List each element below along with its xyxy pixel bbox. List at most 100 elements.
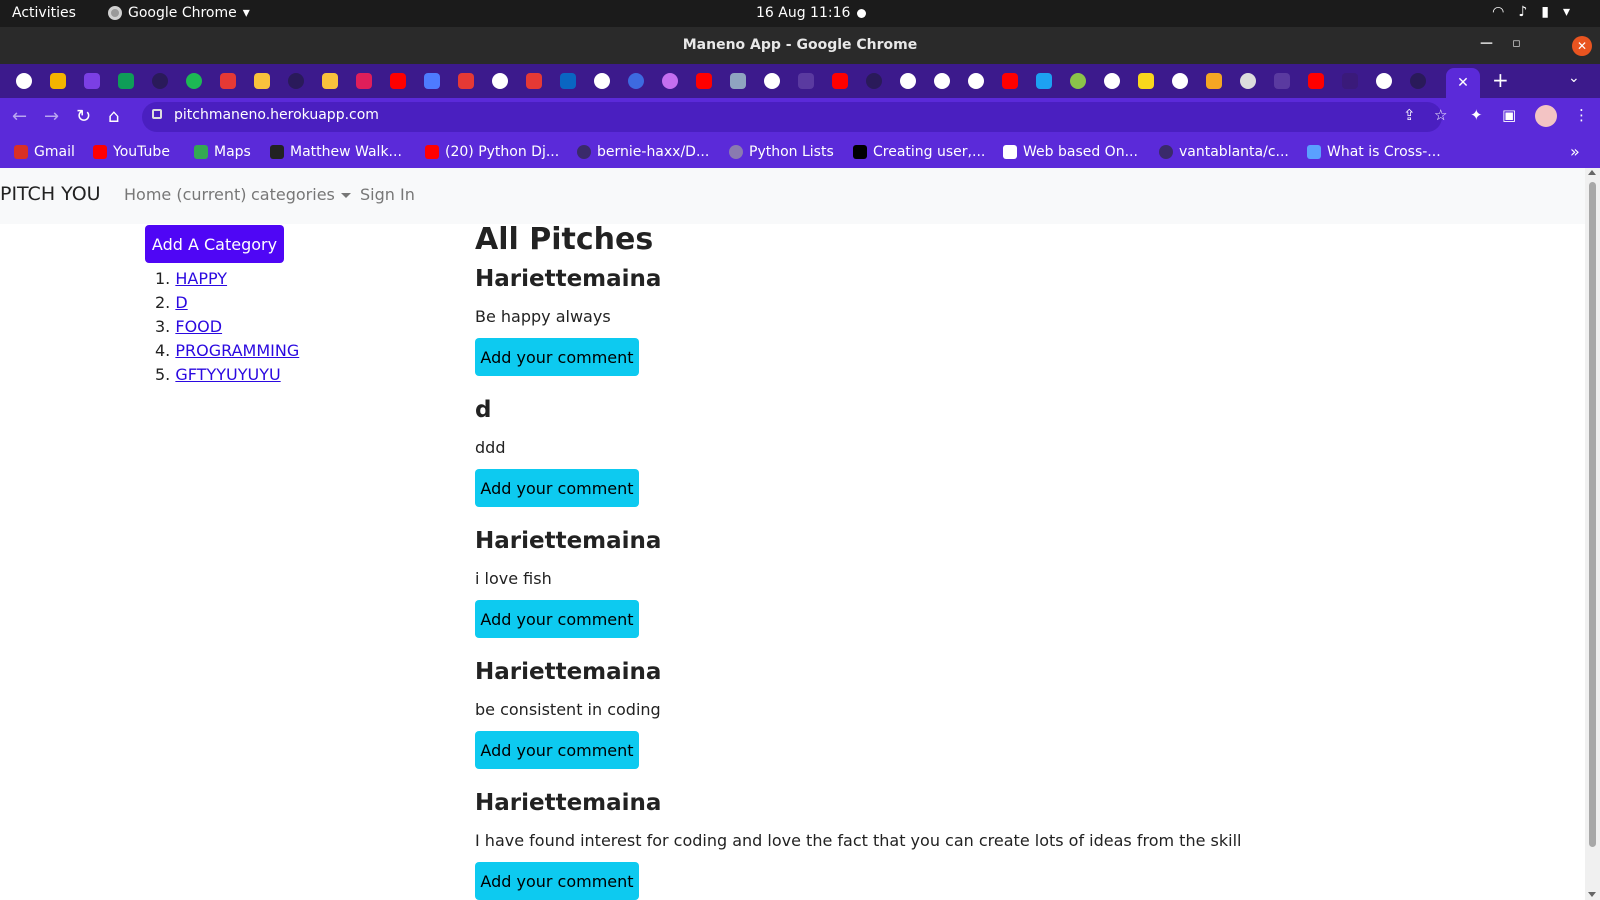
github-tab-icon[interactable] bbox=[1410, 73, 1426, 89]
minimize-button[interactable]: — bbox=[1480, 36, 1493, 51]
spotify-tab-icon[interactable] bbox=[186, 73, 202, 89]
close-window-button[interactable]: ✕ bbox=[1572, 36, 1592, 56]
scrollbar-thumb[interactable] bbox=[1589, 182, 1596, 847]
image-tab-icon[interactable] bbox=[730, 73, 746, 89]
maximize-button[interactable]: ▫ bbox=[1512, 36, 1521, 51]
add-comment-button[interactable]: Add your comment bbox=[475, 862, 639, 900]
github-tab-icon[interactable] bbox=[152, 73, 168, 89]
linkedin-tab-icon[interactable] bbox=[560, 73, 576, 89]
globe-tab-icon[interactable] bbox=[1376, 73, 1392, 89]
google-tab-icon[interactable] bbox=[1172, 73, 1188, 89]
category-item: 2. D bbox=[155, 291, 299, 315]
globe-tab-icon[interactable] bbox=[1104, 73, 1120, 89]
bookmark-youtube[interactable]: YouTube bbox=[93, 144, 170, 160]
category-link-d[interactable]: D bbox=[175, 293, 187, 312]
globe-tab-icon[interactable] bbox=[764, 73, 780, 89]
scroll-down-arrow-icon[interactable] bbox=[1588, 892, 1596, 897]
nav-home[interactable]: Home (current) bbox=[124, 185, 247, 204]
add-comment-button[interactable]: Add your comment bbox=[475, 338, 639, 376]
active-tab-close-icon[interactable]: ✕ bbox=[1446, 68, 1480, 98]
add-category-button[interactable]: Add A Category bbox=[145, 225, 284, 263]
bookmark-bernie[interactable]: bernie-haxx/D... bbox=[577, 144, 709, 160]
keep-tab-icon[interactable] bbox=[50, 73, 66, 89]
youtube-tab-icon[interactable] bbox=[1002, 73, 1018, 89]
google-tab-icon[interactable] bbox=[16, 73, 32, 89]
lock-icon[interactable] bbox=[152, 109, 162, 119]
extensions-icon[interactable]: ✦ bbox=[1470, 106, 1483, 124]
category-link-happy[interactable]: HAPPY bbox=[175, 269, 227, 288]
twitter-tab-icon[interactable] bbox=[1036, 73, 1052, 89]
youtube-tab-icon[interactable] bbox=[696, 73, 712, 89]
bookmark-web-based[interactable]: Web based On... bbox=[1003, 144, 1138, 160]
bookmark-cross[interactable]: What is Cross-... bbox=[1307, 144, 1441, 160]
recording-indicator-icon bbox=[857, 9, 866, 18]
youtube-tab-icon[interactable] bbox=[390, 73, 406, 89]
f-tab-icon[interactable] bbox=[1138, 73, 1154, 89]
tab-search-chevron-icon[interactable]: ⌄ bbox=[1568, 70, 1580, 86]
globe-tab-icon[interactable] bbox=[968, 73, 984, 89]
clock[interactable]: 16 Aug 11:16 bbox=[756, 5, 850, 21]
bookmark-vantablanta[interactable]: vantablanta/c... bbox=[1159, 144, 1289, 160]
globe-tab-icon[interactable] bbox=[934, 73, 950, 89]
dark-tab-icon[interactable] bbox=[1342, 73, 1358, 89]
globe-tab-icon[interactable] bbox=[900, 73, 916, 89]
reload-icon[interactable]: ↻ bbox=[76, 106, 91, 127]
activities-button[interactable]: Activities bbox=[12, 5, 76, 21]
add-comment-button[interactable]: Add your comment bbox=[475, 469, 639, 507]
system-tray[interactable]: ◠ ♪ ▮ ▾ bbox=[1492, 4, 1570, 20]
sheets-tab-icon[interactable] bbox=[118, 73, 134, 89]
side-panel-icon[interactable]: ▣ bbox=[1502, 106, 1516, 124]
app-name: Google Chrome bbox=[128, 5, 237, 21]
url-text[interactable]: pitchmaneno.herokuapp.com bbox=[174, 107, 379, 123]
s-tab-icon[interactable] bbox=[220, 73, 236, 89]
add-comment-button[interactable]: Add your comment bbox=[475, 731, 639, 769]
category-link-food[interactable]: FOOD bbox=[175, 317, 222, 336]
google-tab-icon[interactable] bbox=[594, 73, 610, 89]
share-icon[interactable]: ⇪ bbox=[1403, 106, 1416, 124]
category-item: 4. PROGRAMMING bbox=[155, 339, 299, 363]
angular-tab-icon[interactable] bbox=[458, 73, 474, 89]
gear-tab-icon[interactable] bbox=[1240, 73, 1256, 89]
bookmark-python-dj[interactable]: (20) Python Dj... bbox=[425, 144, 559, 160]
add-comment-button[interactable]: Add your comment bbox=[475, 600, 639, 638]
google-tab-icon[interactable] bbox=[492, 73, 508, 89]
youtube-tab-icon[interactable] bbox=[832, 73, 848, 89]
bookmark-label: Python Lists bbox=[749, 144, 834, 160]
site-brand[interactable]: PITCH YOU bbox=[0, 183, 101, 205]
github-tab-icon[interactable] bbox=[866, 73, 882, 89]
star-icon[interactable]: ☆ bbox=[1434, 106, 1447, 124]
diamond-tab-icon[interactable] bbox=[424, 73, 440, 89]
bookmark-creating-user[interactable]: Creating user,... bbox=[853, 144, 985, 160]
nav-categories-dropdown[interactable]: categories bbox=[251, 185, 351, 204]
bootstrap-tab-icon[interactable] bbox=[84, 73, 100, 89]
more-menu-icon[interactable]: ⋮ bbox=[1574, 106, 1589, 124]
github-tab-icon[interactable] bbox=[288, 73, 304, 89]
youtube-tab-icon[interactable] bbox=[1308, 73, 1324, 89]
app-menu[interactable]: Google Chrome ▾ bbox=[108, 5, 250, 21]
bookmark-matthew[interactable]: Matthew Walk... bbox=[270, 144, 402, 160]
slack-tab-icon[interactable] bbox=[356, 73, 372, 89]
new-tab-button[interactable]: + bbox=[1492, 68, 1509, 92]
back-arrow-icon[interactable]: ← bbox=[12, 106, 27, 127]
coin-tab-icon[interactable] bbox=[254, 73, 270, 89]
green-tab-icon[interactable] bbox=[1070, 73, 1086, 89]
category-link-gftyyuyuyu[interactable]: GFTYYUYUYU bbox=[175, 365, 280, 384]
scroll-up-arrow-icon[interactable] bbox=[1588, 170, 1596, 175]
home-icon[interactable]: ⌂ bbox=[108, 106, 119, 127]
tree-tab-icon[interactable] bbox=[798, 73, 814, 89]
color-tab-icon[interactable] bbox=[662, 73, 678, 89]
bookmark-maps[interactable]: Maps bbox=[194, 144, 251, 160]
profile-avatar[interactable] bbox=[1535, 105, 1557, 127]
bookmark-python-lists[interactable]: Python Lists bbox=[729, 144, 834, 160]
forward-arrow-icon[interactable]: → bbox=[44, 106, 59, 127]
bookmarks-overflow-icon[interactable]: » bbox=[1570, 142, 1580, 161]
coin-tab-icon[interactable] bbox=[322, 73, 338, 89]
category-link-programming[interactable]: PROGRAMMING bbox=[175, 341, 299, 360]
page-scrollbar[interactable] bbox=[1585, 168, 1600, 900]
nav-sign-in[interactable]: Sign In bbox=[360, 185, 415, 204]
refresh-tab-icon[interactable] bbox=[628, 73, 644, 89]
angular-tab-icon[interactable] bbox=[526, 73, 542, 89]
box-tab-icon[interactable] bbox=[1206, 73, 1222, 89]
bookmark-gmail[interactable]: Gmail bbox=[14, 144, 75, 160]
tree-tab-icon[interactable] bbox=[1274, 73, 1290, 89]
